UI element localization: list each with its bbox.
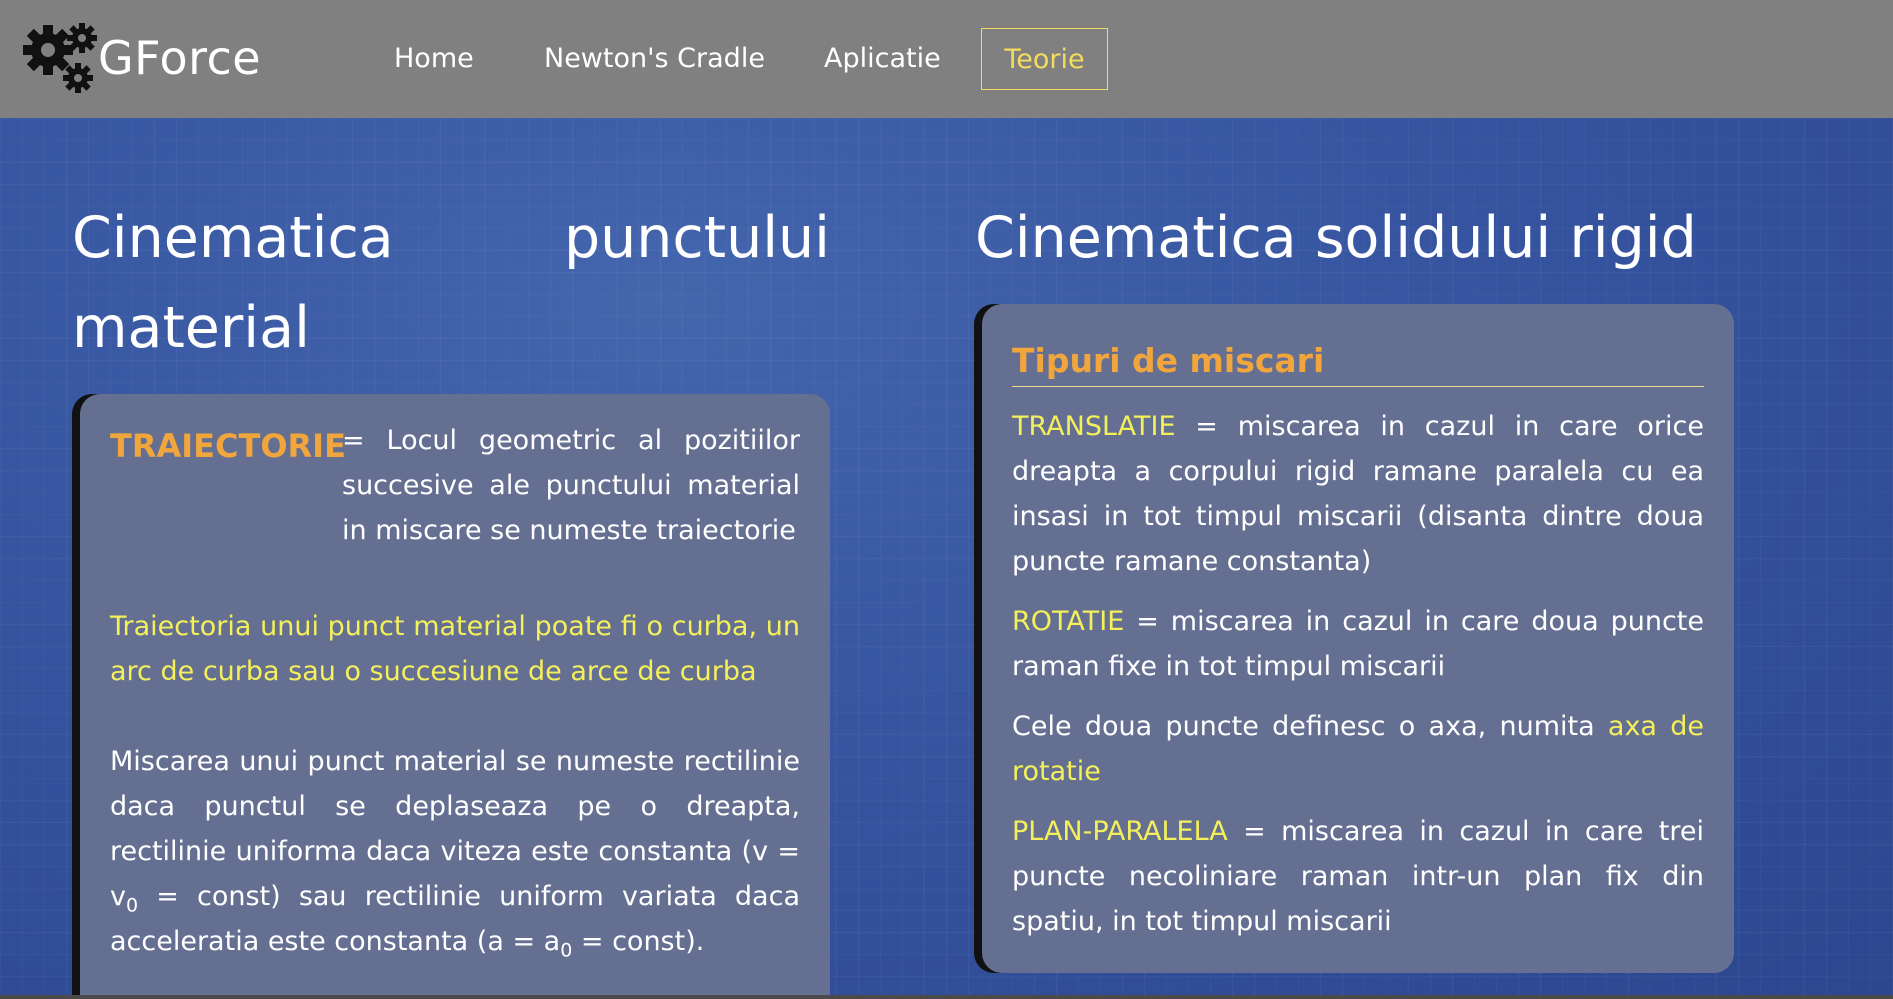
top-navbar: GForce Home Newton's Cradle Aplicatie Te… [0, 0, 1893, 118]
axa-text: Cele doua puncte definesc o axa, numita [1012, 711, 1608, 742]
logo[interactable]: GForce [22, 22, 261, 94]
subscript: 0 [125, 894, 139, 917]
section-title-solid-rigid: Cinematica solidului rigid [975, 205, 1697, 271]
plan-paralela-paragraph: PLAN-PARALELA = miscarea in cazul in car… [1012, 809, 1704, 944]
bottom-divider [0, 995, 1893, 999]
gears-icon [22, 22, 98, 94]
nav-teorie[interactable]: Teorie [981, 28, 1108, 90]
term-traiectorie: TRAIECTORIE [110, 427, 346, 465]
title-word: punctului [563, 205, 830, 271]
traiectorie-note: Traiectoria unui punct material poate fi… [110, 611, 800, 687]
title-word: Cinematica [72, 205, 394, 271]
nav-aplicatie[interactable]: Aplicatie [824, 28, 941, 90]
term-plan-paralela: PLAN-PARALELA [1012, 816, 1228, 847]
nav-home[interactable]: Home [394, 28, 474, 90]
logo-text: GForce [98, 31, 262, 85]
traiectorie-definition: = Locul geometric al pozitiilor succesiv… [342, 425, 800, 546]
card-heading-tipuri-miscari: Tipuri de miscari [1012, 336, 1704, 387]
translatie-paragraph: TRANSLATIE = miscarea in cazul in care o… [1012, 404, 1704, 584]
title-word: material [72, 295, 310, 361]
rotatie-paragraph: ROTATIE = miscarea in cazul in care doua… [1012, 599, 1704, 689]
card-solid-rigid: Tipuri de miscari TRANSLATIE = miscarea … [982, 304, 1734, 973]
miscare-rectilinie-text: Miscarea unui punct material se numeste … [110, 739, 800, 964]
term-rotatie: ROTATIE [1012, 606, 1125, 637]
card-punct-material: TRAIECTORIE = Locul geometric al pozitii… [80, 394, 830, 999]
axa-paragraph: Cele doua puncte definesc o axa, numita … [1012, 704, 1704, 794]
nav-newtons-cradle[interactable]: Newton's Cradle [544, 28, 765, 90]
subscript: 0 [560, 939, 573, 962]
text-segment: = const). [572, 926, 705, 957]
term-translatie: TRANSLATIE [1012, 411, 1176, 442]
